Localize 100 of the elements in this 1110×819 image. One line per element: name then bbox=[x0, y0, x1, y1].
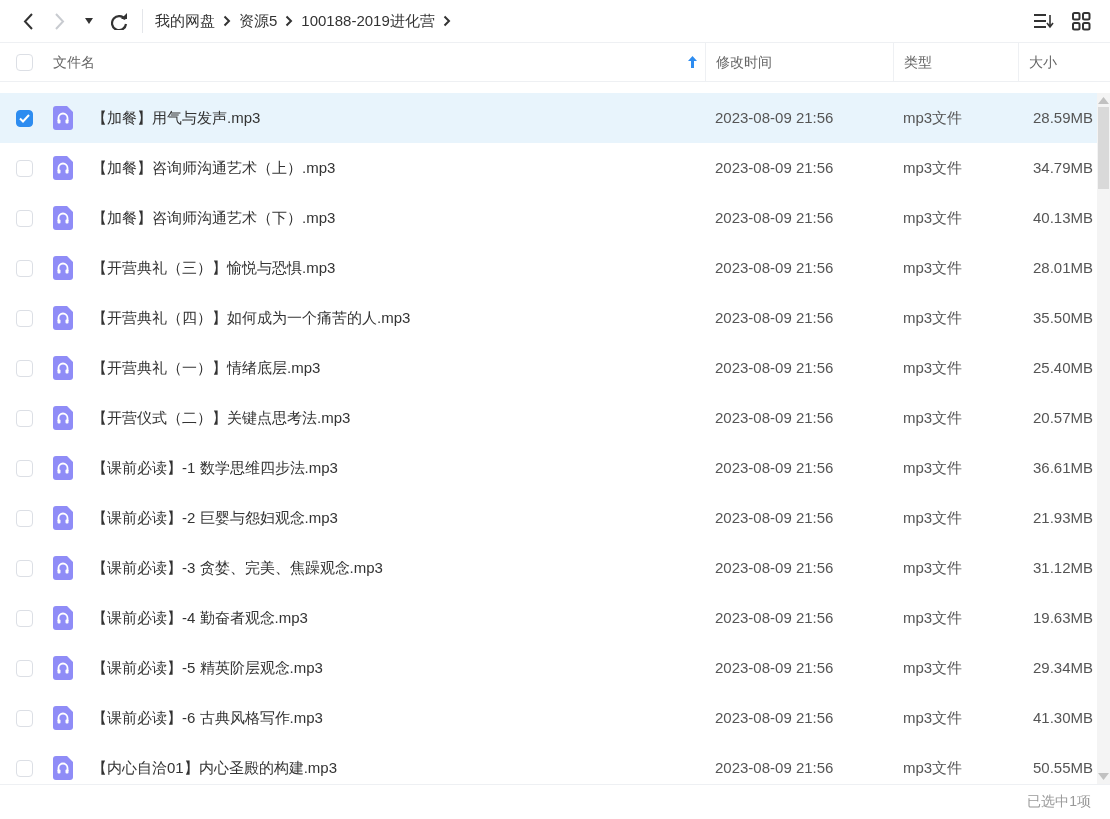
modified-time: 2023-08-09 21:56 bbox=[714, 657, 835, 678]
audio-file-icon bbox=[53, 256, 73, 280]
file-type: mp3文件 bbox=[902, 457, 964, 478]
modified-time: 2023-08-09 21:56 bbox=[714, 457, 835, 478]
file-type: mp3文件 bbox=[902, 207, 964, 228]
breadcrumb-link[interactable]: 100188-2019进化营 bbox=[301, 9, 435, 33]
file-size: 34.79MB bbox=[1031, 157, 1094, 178]
file-row[interactable]: 【开营典礼（四）】如何成为一个痛苦的人.mp3 2023-08-09 21:56 mp3文件 35.50MB bbox=[0, 293, 1097, 343]
file-row[interactable]: 【开营仪式（二）】关键点思考法.mp3 2023-08-09 21:56 mp3文件 20.57MB bbox=[0, 393, 1097, 443]
chevron-right-icon bbox=[223, 15, 231, 27]
modified-time: 2023-08-09 21:56 bbox=[714, 607, 835, 628]
audio-file-icon bbox=[53, 306, 73, 330]
file-row[interactable]: 【开营典礼（三）】愉悦与恐惧.mp3 2023-08-09 21:56 mp3文件 28.01MB bbox=[0, 243, 1097, 293]
column-header[interactable]: 修改时间 bbox=[716, 51, 772, 73]
file-size: 50.55MB bbox=[1031, 757, 1094, 778]
modified-time: 2023-08-09 21:56 bbox=[714, 507, 835, 528]
refresh-icon bbox=[110, 12, 128, 30]
modified-time: 2023-08-09 21:56 bbox=[714, 357, 835, 378]
file-name[interactable]: 【课前必读】-4 勤奋者观念.mp3 bbox=[73, 606, 308, 630]
audio-file-icon bbox=[53, 206, 73, 230]
file-size: 28.59MB bbox=[1031, 107, 1094, 128]
file-size: 40.13MB bbox=[1031, 207, 1094, 228]
breadcrumb-link[interactable]: 资源5 bbox=[239, 9, 278, 33]
file-row[interactable]: 【课前必读】-4 勤奋者观念.mp3 2023-08-09 21:56 mp3文件 19.63MB bbox=[0, 593, 1097, 643]
selection-count: 已选中1项 bbox=[1027, 792, 1091, 811]
file-row[interactable]: 【课前必读】-5 精英阶层观念.mp3 2023-08-09 21:56 mp3文件 29.34MB bbox=[0, 643, 1097, 693]
file-size: 35.50MB bbox=[1031, 307, 1094, 328]
file-size: 28.01MB bbox=[1031, 257, 1094, 278]
file-size: 31.12MB bbox=[1031, 557, 1094, 578]
file-type: mp3文件 bbox=[902, 107, 964, 128]
file-size: 19.63MB bbox=[1031, 607, 1094, 628]
audio-file-icon bbox=[53, 706, 73, 730]
file-type: mp3文件 bbox=[902, 407, 964, 428]
file-type: mp3文件 bbox=[902, 307, 964, 328]
modified-time: 2023-08-09 21:56 bbox=[714, 157, 835, 178]
audio-file-icon bbox=[53, 106, 73, 130]
file-row[interactable]: 【加餐】咨询师沟通艺术（上）.mp3 2023-08-09 21:56 mp3文件 34.79MB bbox=[0, 143, 1097, 193]
file-row[interactable]: 【课前必读】-1 数学思维四步法.mp3 2023-08-09 21:56 mp3文件 36.61MB bbox=[0, 443, 1097, 493]
dropdown-icon bbox=[84, 16, 94, 26]
file-row[interactable]: 【加餐】咨询师沟通艺术（下）.mp3 2023-08-09 21:56 mp3文件 40.13MB bbox=[0, 193, 1097, 243]
file-name[interactable]: 【开营典礼（一）】情绪底层.mp3 bbox=[73, 356, 321, 380]
file-size: 29.34MB bbox=[1031, 657, 1094, 678]
audio-file-icon bbox=[53, 406, 73, 430]
file-type: mp3文件 bbox=[902, 657, 964, 678]
scroll-up-icon[interactable] bbox=[1098, 97, 1109, 104]
column-header[interactable]: 大小 bbox=[1029, 51, 1057, 73]
file-name[interactable]: 【课前必读】-3 贪婪、完美、焦躁观念.mp3 bbox=[73, 556, 383, 580]
file-name[interactable]: 【开营典礼（三）】愉悦与恐惧.mp3 bbox=[73, 256, 336, 280]
file-row[interactable]: 【加餐】用气与发声.mp3 2023-08-09 21:56 mp3文件 28.59MB bbox=[0, 93, 1097, 143]
file-type: mp3文件 bbox=[902, 257, 964, 278]
modified-time: 2023-08-09 21:56 bbox=[714, 757, 835, 778]
audio-file-icon bbox=[53, 656, 73, 680]
file-type: mp3文件 bbox=[902, 707, 964, 728]
modified-time: 2023-08-09 21:56 bbox=[714, 307, 835, 328]
file-type: mp3文件 bbox=[902, 607, 964, 628]
file-size: 25.40MB bbox=[1031, 357, 1094, 378]
file-name[interactable]: 【内心自洽01】内心圣殿的构建.mp3 bbox=[73, 756, 338, 780]
file-name[interactable]: 【课前必读】-1 数学思维四步法.mp3 bbox=[73, 456, 338, 480]
file-name[interactable]: 【开营典礼（四）】如何成为一个痛苦的人.mp3 bbox=[73, 306, 411, 330]
file-size: 41.30MB bbox=[1031, 707, 1094, 728]
scroll-down-icon[interactable] bbox=[1098, 773, 1109, 780]
chevron-right-icon bbox=[285, 15, 294, 27]
file-name[interactable]: 【课前必读】-2 巨婴与怨妇观念.mp3 bbox=[73, 506, 338, 530]
modified-time: 2023-08-09 21:56 bbox=[714, 257, 835, 278]
file-name[interactable]: 【课前必读】-6 古典风格写作.mp3 bbox=[73, 706, 323, 730]
scrollbar[interactable] bbox=[1097, 93, 1110, 784]
column-header[interactable]: 文件名 bbox=[53, 51, 95, 73]
audio-file-icon bbox=[53, 506, 73, 530]
modified-time: 2023-08-09 21:56 bbox=[714, 707, 835, 728]
sort-icon bbox=[1032, 13, 1054, 29]
audio-file-icon bbox=[53, 156, 73, 180]
file-name[interactable]: 【加餐】用气与发声.mp3 bbox=[73, 106, 261, 130]
file-row[interactable]: 【课前必读】-2 巨婴与怨妇观念.mp3 2023-08-09 21:56 mp3文件 21.93MB bbox=[0, 493, 1097, 543]
file-row[interactable]: 【内心自洽01】内心圣殿的构建.mp3 2023-08-09 21:56 mp3文件 50.55MB bbox=[0, 743, 1097, 793]
file-name[interactable]: 【课前必读】-5 精英阶层观念.mp3 bbox=[73, 656, 323, 680]
file-name[interactable]: 【加餐】咨询师沟通艺术（下）.mp3 bbox=[73, 206, 336, 230]
modified-time: 2023-08-09 21:56 bbox=[714, 557, 835, 578]
file-size: 36.61MB bbox=[1031, 457, 1094, 478]
file-row[interactable]: 【开营典礼（一）】情绪底层.mp3 2023-08-09 21:56 mp3文件 25.40MB bbox=[0, 343, 1097, 393]
checkmark-icon bbox=[18, 113, 30, 123]
breadcrumb-link[interactable]: 我的网盘 bbox=[155, 9, 215, 33]
modified-time: 2023-08-09 21:56 bbox=[714, 207, 835, 228]
scrollbar-thumb[interactable] bbox=[1098, 107, 1109, 189]
file-type: mp3文件 bbox=[902, 557, 964, 578]
file-name[interactable]: 【加餐】咨询师沟通艺术（上）.mp3 bbox=[73, 156, 336, 180]
audio-file-icon bbox=[53, 456, 73, 480]
file-name[interactable]: 【开营仪式（二）】关键点思考法.mp3 bbox=[73, 406, 351, 430]
audio-file-icon bbox=[53, 756, 73, 780]
column-header[interactable]: 类型 bbox=[904, 51, 932, 73]
audio-file-icon bbox=[53, 556, 73, 580]
modified-time: 2023-08-09 21:56 bbox=[714, 407, 835, 428]
grid-icon bbox=[1071, 11, 1091, 31]
file-row[interactable]: 【课前必读】-6 古典风格写作.mp3 2023-08-09 21:56 mp3文件 41.30MB bbox=[0, 693, 1097, 743]
file-type: mp3文件 bbox=[902, 757, 964, 778]
file-row[interactable]: 【课前必读】-3 贪婪、完美、焦躁观念.mp3 2023-08-09 21:56 mp3文件 31.12MB bbox=[0, 543, 1097, 593]
checkbox[interactable] bbox=[15, 109, 33, 127]
file-size: 20.57MB bbox=[1031, 407, 1094, 428]
modified-time: 2023-08-09 21:56 bbox=[714, 107, 835, 128]
file-type: mp3文件 bbox=[902, 157, 964, 178]
file-type: mp3文件 bbox=[902, 507, 964, 528]
